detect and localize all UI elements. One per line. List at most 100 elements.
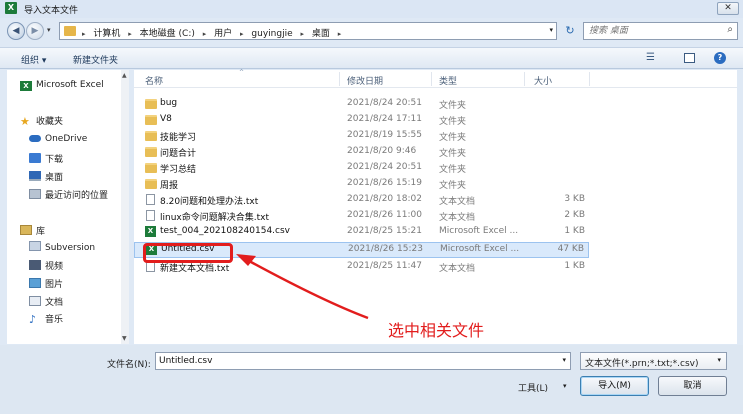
column-date[interactable]: 修改日期 <box>347 74 383 87</box>
file-row[interactable]: bug 2021/8/24 20:51 文件夹 <box>134 96 589 112</box>
file-list: ^ 名称 修改日期 类型 大小 bug 2021/8/24 20:51 文件夹 … <box>134 69 737 344</box>
file-type: 文本文档 <box>439 264 476 274</box>
file-type: 文本文档 <box>439 197 476 207</box>
cloud-icon <box>29 135 41 142</box>
folder-icon <box>145 179 157 189</box>
library-icon <box>20 225 32 235</box>
title-bar: X 导入文本文件 ✕ <box>0 0 743 18</box>
file-name: 8.20问题和处理办法.txt <box>160 197 259 207</box>
file-name: V8 <box>160 114 172 124</box>
file-row[interactable]: 技能学习 2021/8/19 15:55 文件夹 <box>134 128 589 144</box>
scroll-up-icon[interactable]: ▲ <box>122 72 127 79</box>
sidebar-scrollbar[interactable]: ▲ ▼ <box>121 70 129 344</box>
file-date: 2021/8/24 17:11 <box>347 114 422 124</box>
sidebar-item-excel[interactable]: X Microsoft Excel <box>20 80 104 94</box>
tools-menu[interactable]: 工具(L) <box>518 381 548 394</box>
sidebar-item-videos[interactable]: 视频 <box>29 259 63 273</box>
file-row[interactable]: linux命令问题解决合集.txt 2021/8/26 11:00 文本文档 2… <box>134 208 589 224</box>
text-file-icon <box>146 194 155 205</box>
file-date: 2021/8/26 15:23 <box>348 244 423 254</box>
column-divider[interactable] <box>589 72 590 86</box>
file-name: 学习总结 <box>160 165 197 175</box>
file-type: 文件夹 <box>439 149 467 159</box>
sidebar-item-music[interactable]: ♪ 音乐 <box>29 312 63 326</box>
sidebar-item-label: 文档 <box>45 298 64 308</box>
file-date: 2021/8/20 18:02 <box>347 194 422 204</box>
search-box[interactable]: ⌕ <box>583 22 738 40</box>
breadcrumb-computer[interactable]: 计算机 <box>93 29 120 39</box>
file-row[interactable]: V8 2021/8/24 17:11 文件夹 <box>134 112 589 128</box>
sidebar-item-subversion[interactable]: Subversion <box>29 241 95 255</box>
close-button[interactable]: ✕ <box>717 2 739 15</box>
filename-input[interactable] <box>156 353 551 369</box>
file-type: Microsoft Excel ... <box>440 244 520 254</box>
column-divider[interactable] <box>431 72 432 86</box>
filename-field[interactable]: ▾ <box>155 352 571 370</box>
search-icon[interactable]: ⌕ <box>727 24 733 35</box>
sidebar-item-label: Microsoft Excel <box>36 80 104 90</box>
annotation-text: 选中相关文件 <box>388 321 485 340</box>
file-size: 2 KB <box>564 210 585 220</box>
back-button[interactable]: ◀ <box>7 22 25 40</box>
file-date: 2021/8/26 15:19 <box>347 178 422 188</box>
file-row[interactable]: 问题合计 2021/8/20 9:46 文件夹 <box>134 144 589 160</box>
file-date: 2021/8/19 15:55 <box>347 130 422 140</box>
music-icon: ♪ <box>29 313 37 326</box>
new-folder-button[interactable]: 新建文件夹 <box>73 53 118 66</box>
breadcrumb-separator: ▸ <box>82 30 86 38</box>
file-date: 2021/8/24 20:51 <box>347 98 422 108</box>
address-dropdown-icon[interactable]: ▾ <box>549 26 553 34</box>
sidebar-item-recent[interactable]: 最近访问的位置 <box>29 188 108 202</box>
sidebar-item-documents[interactable]: 文档 <box>29 295 63 309</box>
address-bar[interactable]: ▸ 计算机 ▸ 本地磁盘 (C:) ▸ 用户 ▸ guyingjie ▸ 桌面 … <box>59 22 557 40</box>
file-date: 2021/8/24 20:51 <box>347 162 422 172</box>
file-type: 文件夹 <box>439 101 467 111</box>
sidebar-item-downloads[interactable]: 下载 <box>29 152 63 166</box>
filetype-select[interactable]: 文本文件(*.prn;*.txt;*.csv) ▾ <box>580 352 727 370</box>
sidebar-item-pictures[interactable]: 图片 <box>29 277 63 291</box>
star-icon: ★ <box>20 115 30 128</box>
import-button[interactable]: 导入(M) <box>580 376 649 396</box>
breadcrumb-users[interactable]: 用户 <box>214 29 232 39</box>
column-divider[interactable] <box>524 72 525 86</box>
file-row[interactable]: 周报 2021/8/26 15:19 文件夹 <box>134 176 589 192</box>
breadcrumb-user[interactable]: guyingjie <box>251 29 292 39</box>
scroll-down-icon[interactable]: ▼ <box>122 335 127 342</box>
breadcrumb-local-disk[interactable]: 本地磁盘 (C:) <box>140 29 195 39</box>
file-row[interactable]: X test_004_202108240154.csv 2021/8/25 15… <box>134 224 589 240</box>
breadcrumb-separator: ▸ <box>202 30 207 38</box>
sidebar-item-label: 图片 <box>45 280 64 290</box>
filetype-value: 文本文件(*.prn;*.txt;*.csv) <box>585 359 699 369</box>
file-type: 文件夹 <box>439 133 467 143</box>
column-type[interactable]: 类型 <box>439 74 457 87</box>
tools-dropdown-icon[interactable]: ▾ <box>563 382 567 390</box>
sidebar-item-label: 视频 <box>45 262 64 272</box>
refresh-button[interactable]: ↻ <box>562 22 578 40</box>
search-input[interactable] <box>584 23 712 39</box>
preview-pane-icon[interactable] <box>684 53 695 63</box>
download-icon <box>29 153 41 163</box>
sidebar-item-desktop[interactable]: 桌面 <box>29 170 63 184</box>
help-icon[interactable]: ? <box>714 52 726 64</box>
filename-dropdown-icon[interactable]: ▾ <box>562 356 566 364</box>
sidebar-item-label: 收藏夹 <box>36 117 64 127</box>
file-row[interactable]: 8.20问题和处理办法.txt 2021/8/20 18:02 文本文档 3 K… <box>134 192 589 208</box>
folder-icon <box>145 115 157 125</box>
sidebar-item-favorites[interactable]: ★ 收藏夹 <box>20 114 63 128</box>
column-size[interactable]: 大小 <box>534 74 552 87</box>
sidebar-item-libraries[interactable]: 库 <box>20 224 45 238</box>
forward-button[interactable]: ▶ <box>26 22 44 40</box>
recent-pages-dropdown[interactable]: ▾ <box>47 26 51 34</box>
file-size: 3 KB <box>564 194 585 204</box>
file-row[interactable]: 学习总结 2021/8/24 20:51 文件夹 <box>134 160 589 176</box>
breadcrumb-desktop[interactable]: 桌面 <box>312 29 330 39</box>
filename-label: 文件名(N): <box>107 360 151 370</box>
filetype-dropdown-icon[interactable]: ▾ <box>717 356 721 364</box>
sidebar-item-onedrive[interactable]: OneDrive <box>29 134 87 148</box>
column-name[interactable]: 名称 <box>145 74 163 87</box>
breadcrumb-separator: ▸ <box>240 30 244 38</box>
cancel-button[interactable]: 取消 <box>658 376 727 396</box>
view-options-icon[interactable]: ☰ <box>646 52 655 63</box>
column-divider[interactable] <box>339 72 340 86</box>
organize-menu[interactable]: 组织 ▾ <box>21 53 46 66</box>
